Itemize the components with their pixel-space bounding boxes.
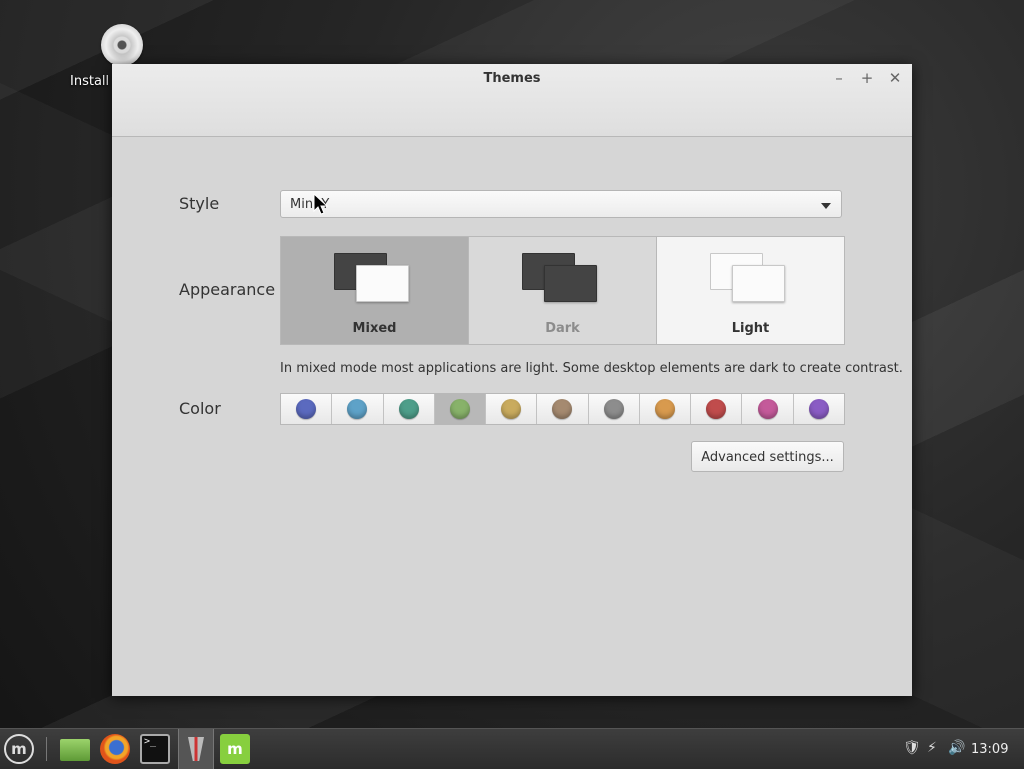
color-swatch[interactable]: [486, 394, 538, 424]
appearance-description: In mixed mode most applications are ligh…: [280, 361, 903, 376]
tie-icon: [188, 737, 204, 761]
appearance-option-dark[interactable]: Dark: [469, 237, 657, 344]
titlebar[interactable]: Themes – + ✕: [112, 64, 912, 137]
color-swatches: [280, 393, 845, 425]
appearance-option-label: Mixed: [352, 321, 397, 336]
taskbar-separator: [46, 737, 47, 761]
color-dot-icon: [552, 399, 573, 419]
clock[interactable]: 13:09: [971, 742, 1008, 757]
color-dot-icon: [706, 399, 727, 419]
taskbar: m >_ m 🛡 ⚡ 🔊 13:09: [0, 728, 1024, 769]
color-swatch[interactable]: [434, 394, 487, 424]
disc-icon: [101, 24, 143, 66]
maximize-button[interactable]: +: [857, 68, 877, 88]
themes-window: Themes – + ✕ Style Mint-Y Appearance Mix…: [112, 64, 912, 696]
network-icon[interactable]: ⚡: [927, 740, 937, 756]
firefox-icon[interactable]: [100, 734, 130, 764]
style-select[interactable]: Mint-Y: [280, 190, 842, 218]
color-swatch[interactable]: [537, 394, 589, 424]
minimize-button[interactable]: –: [829, 68, 849, 88]
color-dot-icon: [449, 399, 470, 419]
color-swatch[interactable]: [383, 394, 435, 424]
themes-taskbar-icon[interactable]: [178, 729, 214, 769]
color-swatch[interactable]: [281, 394, 333, 424]
color-swatch[interactable]: [588, 394, 640, 424]
color-dot-icon: [398, 399, 419, 419]
mint-update-icon[interactable]: m: [220, 734, 250, 764]
mint-menu-icon[interactable]: m: [4, 734, 34, 764]
close-button[interactable]: ✕: [885, 68, 905, 88]
color-dot-icon: [347, 399, 368, 419]
appearance-label: Appearance: [179, 280, 276, 299]
color-dot-icon: [757, 399, 778, 419]
color-dot-icon: [296, 399, 317, 419]
style-label: Style: [179, 194, 220, 213]
advanced-settings-button[interactable]: Advanced settings...: [691, 441, 844, 472]
color-dot-icon: [654, 399, 675, 419]
color-swatch[interactable]: [742, 394, 794, 424]
light-window-icon: [732, 265, 785, 302]
files-folder-icon[interactable]: [60, 739, 90, 761]
dark-window-icon: [544, 265, 597, 302]
volume-icon[interactable]: 🔊: [948, 740, 965, 756]
color-dot-icon: [501, 399, 522, 419]
color-label: Color: [179, 399, 221, 418]
color-swatch[interactable]: [691, 394, 743, 424]
appearance-option-label: Light: [731, 321, 770, 336]
color-dot-icon: [808, 399, 829, 419]
terminal-icon[interactable]: >_: [140, 734, 170, 764]
appearance-options: Mixed Dark Light: [280, 236, 845, 345]
color-swatch[interactable]: [332, 394, 384, 424]
color-swatch[interactable]: [639, 394, 692, 424]
appearance-option-mixed[interactable]: Mixed: [281, 237, 469, 344]
appearance-option-label: Dark: [545, 321, 580, 336]
window-title: Themes: [483, 71, 541, 86]
light-window-icon: [356, 265, 409, 302]
shield-icon[interactable]: 🛡: [903, 740, 921, 756]
dropdown-arrow-icon: [821, 203, 831, 209]
appearance-option-light[interactable]: Light: [657, 237, 844, 344]
color-swatch[interactable]: [793, 394, 844, 424]
mouse-cursor-icon: [313, 193, 329, 215]
color-dot-icon: [603, 399, 624, 419]
